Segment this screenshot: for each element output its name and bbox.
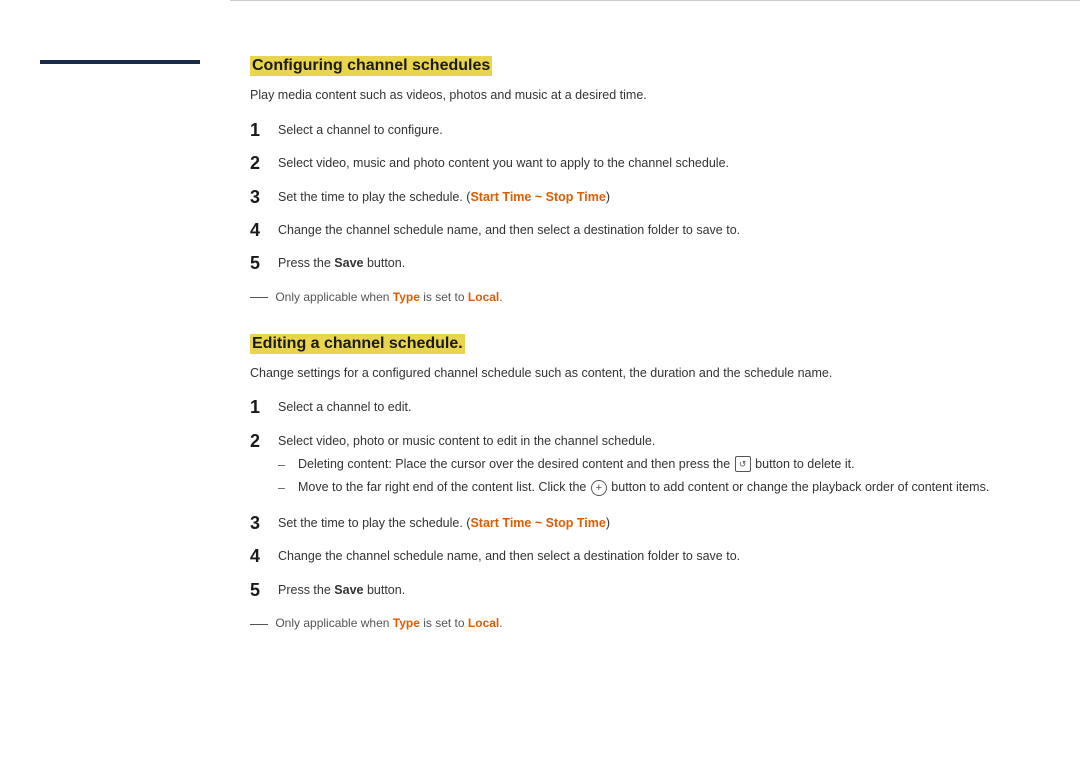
note-text: Only applicable when Type is set to Loca… [275,290,502,304]
step-text: Press the Save button. [278,579,1030,600]
highlight-start-stop: Start Time ~ Stop Time [470,190,605,204]
step-text: Change the channel schedule name, and th… [278,545,1030,566]
step-number: 4 [250,219,278,242]
sub-bullets: – Deleting content: Place the cursor ove… [278,455,1030,499]
step-item: 1 Select a channel to edit. [250,396,1030,419]
step-item: 3 Set the time to play the schedule. (St… [250,512,1030,535]
sub-bullet-item: – Deleting content: Place the cursor ove… [278,455,1030,475]
section1-title: Configuring channel schedules [250,56,492,76]
step-text: Select video, photo or music content to … [278,430,1030,502]
type-highlight2: Type [393,616,420,630]
section1-intro: Play media content such as videos, photo… [250,86,1030,105]
step-item: 2 Select video, photo or music content t… [250,430,1030,502]
step-number: 1 [250,396,278,419]
left-sidebar [0,0,230,763]
section-configuring: Configuring channel schedules Play media… [250,56,1030,304]
step-number: 3 [250,512,278,535]
local-highlight2: Local [468,616,499,630]
em-dash-icon [250,297,268,298]
sub-bullet-text: Move to the far right end of the content… [298,478,989,497]
section1-steps: 1 Select a channel to configure. 2 Selec… [250,119,1030,276]
section2-intro: Change settings for a configured channel… [250,364,1030,383]
sub-bullet-dash: – [278,478,298,498]
step2-text: Select video, photo or music content to … [278,434,655,448]
step-item: 2 Select video, music and photo content … [250,152,1030,175]
page-container: Configuring channel schedules Play media… [0,0,1080,763]
step-text: Press the Save button. [278,252,1030,273]
step-number: 2 [250,430,278,453]
step-item: 5 Press the Save button. [250,579,1030,602]
section2-steps: 1 Select a channel to edit. 2 Select vid… [250,396,1030,602]
step-item: 4 Change the channel schedule name, and … [250,545,1030,568]
step-number: 3 [250,186,278,209]
delete-icon: ↺ [735,456,751,472]
step-text: Select a channel to edit. [278,396,1030,417]
type-highlight: Type [393,290,420,304]
sub-bullet-item: – Move to the far right end of the conte… [278,478,1030,498]
step-number: 4 [250,545,278,568]
step-text: Set the time to play the schedule. (Star… [278,186,1030,207]
section2-title: Editing a channel schedule. [250,334,465,354]
sub-bullet-text: Deleting content: Place the cursor over … [298,455,855,474]
save-bold2: Save [334,583,363,597]
step-item: 4 Change the channel schedule name, and … [250,219,1030,242]
step-number: 1 [250,119,278,142]
step-item: 1 Select a channel to configure. [250,119,1030,142]
step-text: Change the channel schedule name, and th… [278,219,1030,240]
section1-note: Only applicable when Type is set to Loca… [250,290,1030,304]
section-editing: Editing a channel schedule. Change setti… [250,334,1030,631]
save-bold: Save [334,256,363,270]
step-number: 5 [250,252,278,275]
step-number: 5 [250,579,278,602]
highlight-start-stop2: Start Time ~ Stop Time [470,516,605,530]
content-area: Configuring channel schedules Play media… [230,0,1080,763]
sub-bullet-dash: – [278,455,298,475]
section2-note: Only applicable when Type is set to Loca… [250,616,1030,630]
step-item: 3 Set the time to play the schedule. (St… [250,186,1030,209]
step-text: Set the time to play the schedule. (Star… [278,512,1030,533]
sidebar-bar [40,60,200,64]
note-text2: Only applicable when Type is set to Loca… [275,616,502,630]
local-highlight: Local [468,290,499,304]
plus-icon: + [591,480,607,496]
step-number: 2 [250,152,278,175]
step-text: Select a channel to configure. [278,119,1030,140]
step-text: Select video, music and photo content yo… [278,152,1030,173]
em-dash-icon2 [250,624,268,625]
step-item: 5 Press the Save button. [250,252,1030,275]
